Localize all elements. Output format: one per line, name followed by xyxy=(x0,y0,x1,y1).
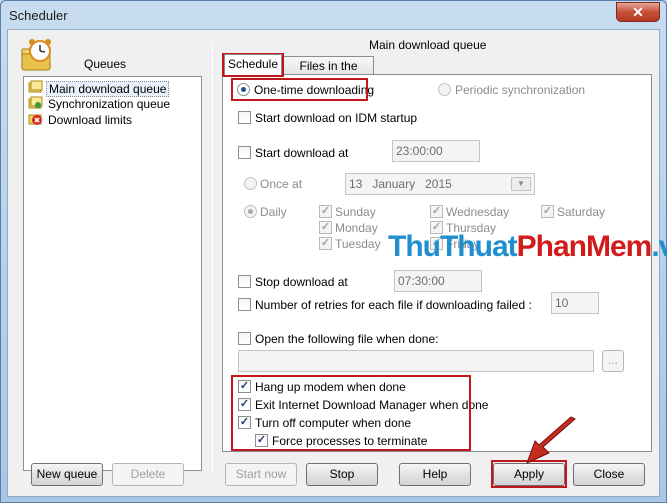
start-on-startup-checkbox[interactable] xyxy=(238,111,251,124)
queue-item-label: Main download queue xyxy=(46,81,170,97)
day-tuesday-checkbox[interactable]: ✓ xyxy=(319,237,332,250)
day-wednesday-checkbox[interactable]: ✓ xyxy=(430,205,443,218)
queue-item-label: Download limits xyxy=(48,113,133,127)
retries-input[interactable]: 10 xyxy=(551,292,599,314)
help-button[interactable]: Help xyxy=(399,463,471,486)
panel-divider xyxy=(212,42,213,474)
queue-folder-icon xyxy=(28,80,43,93)
delete-queue-button[interactable]: Delete xyxy=(112,463,184,486)
highlight-one-time xyxy=(231,78,368,101)
day-sunday-checkbox[interactable]: ✓ xyxy=(319,205,332,218)
day-monday-checkbox[interactable]: ✓ xyxy=(319,221,332,234)
highlight-shutdown-options xyxy=(231,375,471,451)
day-saturday-label: Saturday xyxy=(557,205,606,219)
calendar-dropdown-icon[interactable]: ▼ xyxy=(511,177,531,191)
once-at-radio[interactable] xyxy=(244,177,257,190)
tab-schedule[interactable]: Schedule xyxy=(224,54,282,75)
divider xyxy=(230,131,636,132)
tab-label: Schedule xyxy=(227,57,279,71)
scheduler-clock-icon xyxy=(20,38,56,72)
close-button[interactable]: Close xyxy=(573,463,645,486)
title-bar[interactable]: Scheduler ✕ xyxy=(1,1,666,29)
queue-name-heading: Main download queue xyxy=(369,38,487,52)
queue-list[interactable]: Main download queue Synchronization queu… xyxy=(23,76,202,471)
divider xyxy=(230,102,636,103)
periodic-sync-radio[interactable] xyxy=(438,83,451,96)
dialog-client: Queues Main download queue Synchronizati… xyxy=(7,29,667,497)
close-icon: ✕ xyxy=(632,4,644,20)
queues-heading: Queues xyxy=(84,57,127,71)
start-at-checkbox[interactable] xyxy=(238,146,251,159)
day-wednesday-label: Wednesday xyxy=(446,205,510,219)
queue-item-sync[interactable]: Synchronization queue xyxy=(28,96,198,112)
start-time-input[interactable]: 23:00:00 xyxy=(392,140,480,162)
start-on-startup-label: Start download on IDM startup xyxy=(255,111,418,125)
watermark-part-2: PhanMem xyxy=(516,230,653,263)
open-file-label: Open the following file when done: xyxy=(255,332,439,346)
new-queue-button[interactable]: New queue xyxy=(31,463,103,486)
queue-item-limits[interactable]: Download limits xyxy=(28,112,198,128)
browse-file-button[interactable]: ... xyxy=(602,350,624,372)
tab-files-in-queue[interactable]: Files in the queue xyxy=(283,56,374,91)
divider xyxy=(230,322,636,323)
watermark-part-3: .vn xyxy=(651,230,667,263)
retries-checkbox[interactable] xyxy=(238,298,251,311)
queue-item-main[interactable]: Main download queue xyxy=(28,80,198,97)
watermark-part-1: ThuThuat xyxy=(388,230,518,263)
daily-label: Daily xyxy=(260,205,287,219)
stop-button[interactable]: Stop xyxy=(306,463,378,486)
close-window-button[interactable]: ✕ xyxy=(616,2,660,22)
daily-radio[interactable] xyxy=(244,205,257,218)
window-title: Scheduler xyxy=(9,8,68,23)
once-at-label: Once at xyxy=(260,177,303,191)
start-at-label: Start download at xyxy=(255,146,349,160)
date-year: 2015 xyxy=(425,177,452,191)
day-saturday-checkbox[interactable]: ✓ xyxy=(541,205,554,218)
open-file-checkbox[interactable] xyxy=(238,332,251,345)
stop-time-input[interactable]: 07:30:00 xyxy=(394,270,482,292)
limit-red-x-icon xyxy=(28,114,42,125)
arrow-pointer-icon xyxy=(526,416,576,464)
queue-item-label: Synchronization queue xyxy=(48,97,171,111)
day-tuesday-label: Tuesday xyxy=(335,237,381,251)
start-now-button[interactable]: Start now xyxy=(225,463,297,486)
watermark-logo: ThuThuatPhanMem.vn xyxy=(388,230,667,264)
day-sunday-label: Sunday xyxy=(335,205,376,219)
periodic-sync-label: Periodic synchronization xyxy=(455,83,586,97)
sync-folder-icon xyxy=(28,96,43,109)
retries-label: Number of retries for each file if downl… xyxy=(255,298,532,312)
day-monday-label: Monday xyxy=(335,221,378,235)
open-file-path-input[interactable] xyxy=(238,350,594,372)
stop-at-checkbox[interactable] xyxy=(238,275,251,288)
scheduler-window: Scheduler ✕ Queues Main download queue S… xyxy=(0,0,667,503)
stop-at-label: Stop download at xyxy=(255,275,348,289)
date-day: 13 xyxy=(349,177,363,191)
date-month: January xyxy=(372,177,416,191)
date-picker[interactable]: 13 January 2015 ▼ xyxy=(345,173,535,195)
